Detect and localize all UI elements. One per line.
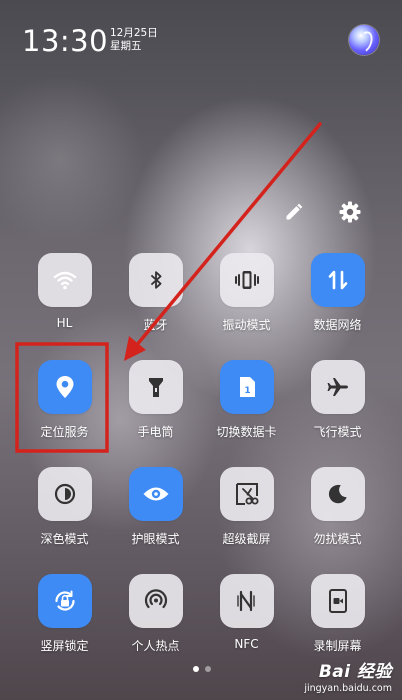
tile-flashlight[interactable]: 手电筒 [115, 360, 206, 467]
screenshot-icon [235, 483, 258, 505]
sim-card-icon: 1 [239, 377, 255, 397]
tile-label: HL [56, 316, 73, 330]
edit-button[interactable] [280, 198, 308, 226]
pencil-icon [286, 203, 303, 220]
tile-airplane-button[interactable] [310, 360, 365, 414]
tile-wifi[interactable]: HL [24, 253, 115, 360]
airplane-icon [327, 378, 348, 396]
dark-mode-icon [54, 483, 75, 505]
assistant-orb-icon[interactable] [349, 25, 379, 55]
tile-dark-mode-button[interactable] [37, 467, 92, 521]
tile-label: 个人热点 [131, 639, 180, 653]
flashlight-icon [148, 378, 163, 397]
page-indicator[interactable] [193, 666, 211, 672]
tile-mobile-data-button[interactable] [310, 253, 365, 307]
tile-sim-switch-button[interactable]: 1 [219, 360, 274, 414]
date-block: 12月25日 星期五 [110, 27, 158, 53]
tile-label: 切换数据卡 [216, 425, 277, 439]
vibrate-icon [234, 271, 259, 289]
tile-label: 手电筒 [137, 425, 174, 439]
tile-eye-comfort[interactable]: 护眼模式 [115, 467, 206, 574]
tile-airplane[interactable]: 飞行模式 [297, 360, 388, 467]
tile-label: 数据网络 [313, 318, 362, 332]
bluetooth-icon [150, 271, 161, 289]
tile-eye-comfort-button[interactable] [128, 467, 183, 521]
gear-icon [339, 201, 361, 223]
tile-bluetooth-button[interactable] [128, 253, 183, 307]
hotspot-icon [144, 589, 167, 609]
tile-label: 振动模式 [222, 318, 271, 332]
tile-label: 深色模式 [40, 532, 89, 546]
tile-label: 蓝牙 [143, 318, 168, 332]
weekday-text: 星期五 [110, 40, 142, 52]
tile-super-screenshot-button[interactable] [219, 467, 274, 521]
tile-mobile-data[interactable]: 数据网络 [297, 253, 388, 360]
tile-screen-record-button[interactable] [310, 574, 365, 628]
moon-icon [328, 484, 347, 504]
tile-flashlight-button[interactable] [128, 360, 183, 414]
tile-super-screenshot[interactable]: 超级截屏 [206, 467, 297, 574]
tile-wifi-button[interactable] [37, 253, 92, 307]
tile-dark-mode[interactable]: 深色模式 [24, 467, 115, 574]
tile-rotation-lock[interactable]: 竖屏锁定 [24, 574, 115, 681]
page-dot-2[interactable] [205, 666, 211, 672]
mobile-data-icon [328, 270, 347, 290]
wifi-icon [53, 271, 76, 290]
screen-record-icon [328, 589, 347, 613]
tile-label: 竖屏锁定 [40, 639, 89, 653]
tile-hotspot[interactable]: 个人热点 [115, 574, 206, 681]
tile-label: NFC [234, 637, 259, 651]
tile-label: 勿扰模式 [313, 532, 362, 546]
tile-bluetooth[interactable]: 蓝牙 [115, 253, 206, 360]
watermark-url: jingyan.baidu.com [304, 683, 392, 694]
page-dot-1[interactable] [193, 666, 199, 672]
nfc-icon [236, 590, 255, 612]
tile-vibrate-button[interactable] [219, 253, 274, 307]
tile-rotation-lock-button[interactable] [37, 574, 92, 628]
clock: 13:30 [22, 24, 109, 58]
settings-button[interactable] [336, 198, 364, 226]
tile-nfc-button[interactable] [219, 574, 274, 628]
svg-text:1: 1 [244, 386, 250, 396]
tile-label: 飞行模式 [313, 425, 362, 439]
date-text: 12月25日 [110, 27, 158, 39]
tile-nfc[interactable]: NFC [206, 574, 297, 681]
tile-do-not-disturb[interactable]: 勿扰模式 [297, 467, 388, 574]
tile-sim-switch[interactable]: 1 切换数据卡 [206, 360, 297, 467]
rotation-lock-icon [54, 590, 75, 611]
baidu-jingyan-watermark: Bai 经验 jingyan.baidu.com [304, 657, 392, 694]
tile-label: 护眼模式 [131, 532, 180, 546]
tile-location-button[interactable] [37, 360, 92, 414]
watermark-logo: Bai 经验 [318, 662, 392, 682]
tile-do-not-disturb-button[interactable] [310, 467, 365, 521]
quick-settings-grid: HL 蓝牙 振动模式 数据网络 定位服务 手电筒 1 切换数据卡 飞行模式 深色… [24, 253, 388, 681]
eye-icon [143, 487, 168, 501]
tile-label: 录制屏幕 [313, 639, 362, 653]
tile-location[interactable]: 定位服务 [24, 360, 115, 467]
tile-label: 定位服务 [40, 425, 89, 439]
tile-label: 超级截屏 [222, 532, 271, 546]
location-icon [56, 376, 73, 398]
control-center: 13:30 12月25日 星期五 HL 蓝牙 振动模式 数据网络 定位服务 手电… [0, 0, 402, 700]
tile-hotspot-button[interactable] [128, 574, 183, 628]
tile-vibrate[interactable]: 振动模式 [206, 253, 297, 360]
